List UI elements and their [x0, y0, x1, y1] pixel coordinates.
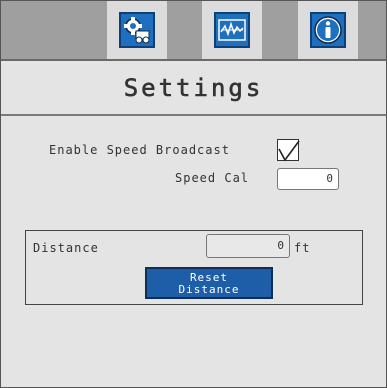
speed-broadcast-label: Enable Speed Broadcast [49, 143, 230, 157]
page-title: Settings [123, 73, 264, 102]
page-header: Settings [1, 61, 386, 116]
tab-bar [1, 1, 386, 61]
tab-settings[interactable] [107, 1, 167, 59]
settings-screen: Settings Enable Speed Broadcast Speed Ca… [0, 0, 387, 388]
distance-label: Distance [33, 241, 99, 255]
tab-monitor[interactable] [202, 1, 262, 59]
reset-button-line2: Distance [178, 283, 240, 296]
tab-info[interactable] [298, 1, 358, 59]
speed-broadcast-checkbox[interactable] [277, 139, 300, 162]
speed-cal-input[interactable]: 0 [277, 168, 339, 190]
speed-cal-label: Speed Cal [175, 171, 250, 185]
info-icon [310, 12, 346, 48]
distance-unit: ft [294, 241, 311, 255]
gear-tractor-icon [119, 12, 155, 48]
waveform-icon [214, 12, 250, 48]
reset-distance-button[interactable]: Reset Distance [145, 267, 273, 299]
checkmark-icon [278, 140, 300, 162]
distance-readout: 0 [206, 234, 290, 258]
